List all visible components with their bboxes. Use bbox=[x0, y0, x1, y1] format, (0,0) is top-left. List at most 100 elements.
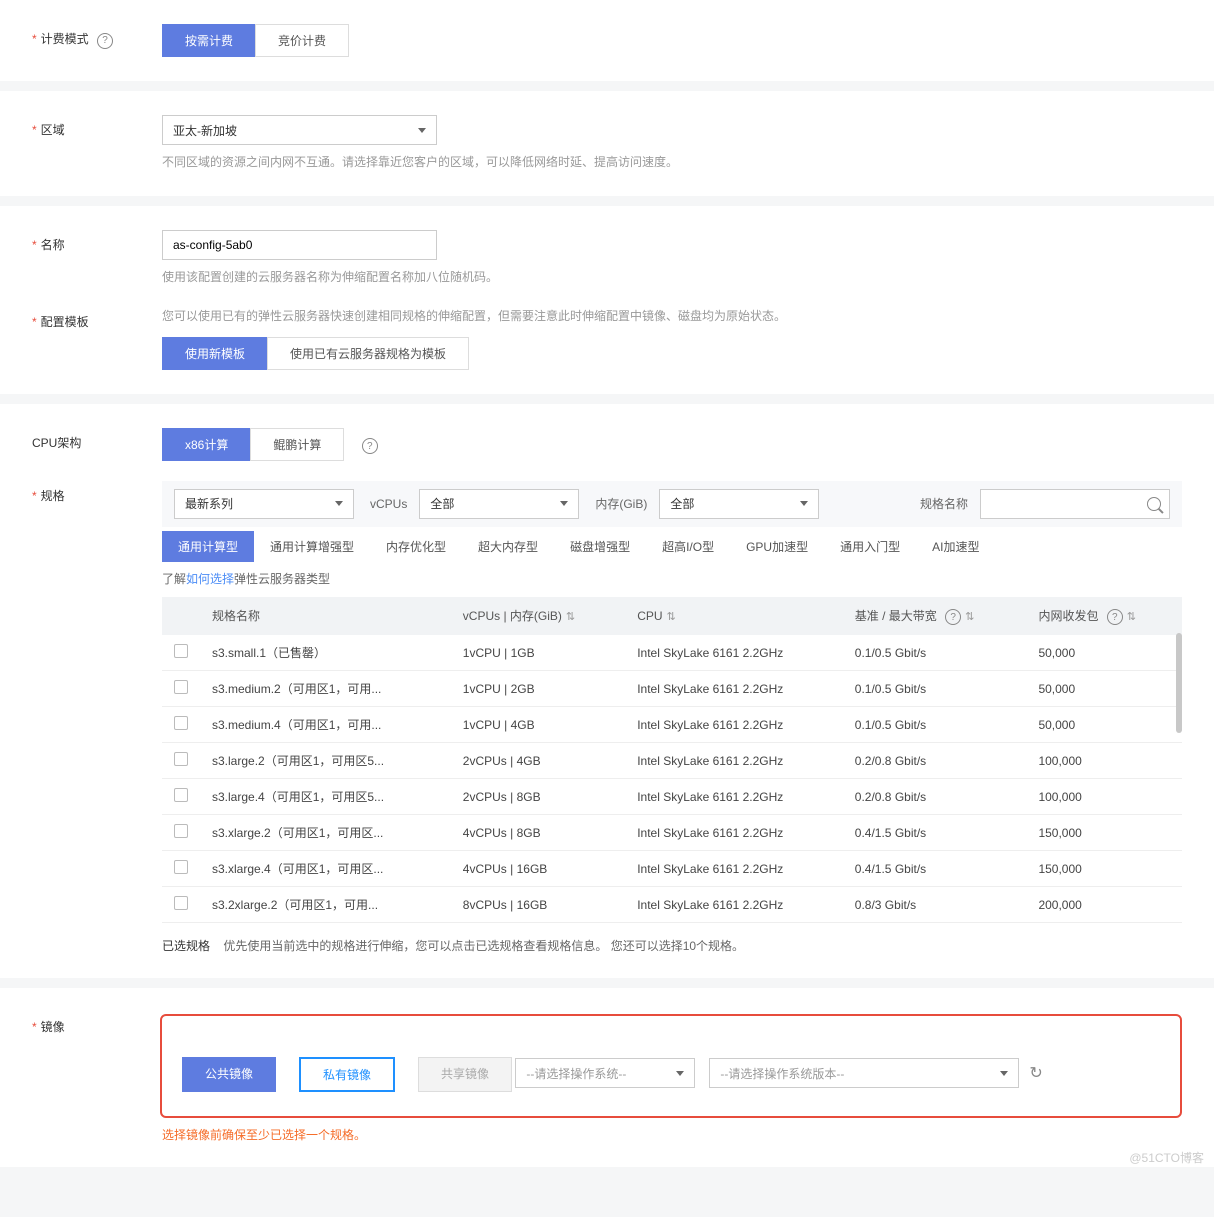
table-cell: s3.xlarge.4（可用区1，可用区... bbox=[200, 851, 451, 887]
billing-spot[interactable]: 竞价计费 bbox=[255, 24, 349, 57]
help-icon[interactable]: ? bbox=[1107, 609, 1123, 625]
os-select[interactable]: --请选择操作系统-- bbox=[515, 1058, 695, 1088]
name-hint: 使用该配置创建的云服务器名称为伸缩配置名称加八位随机码。 bbox=[162, 268, 1182, 287]
chevron-down-icon bbox=[1000, 1071, 1008, 1076]
table-cell: s3.medium.2（可用区1，可用... bbox=[200, 671, 451, 707]
table-cell: 2vCPUs | 8GB bbox=[451, 779, 625, 815]
row-checkbox[interactable] bbox=[174, 896, 188, 910]
help-icon[interactable]: ? bbox=[362, 438, 378, 454]
scrollbar-thumb[interactable] bbox=[1176, 633, 1182, 733]
spec-search-input[interactable] bbox=[980, 489, 1170, 519]
table-cell: Intel SkyLake 6161 2.2GHz bbox=[625, 635, 843, 671]
table-cell: s3.xlarge.2（可用区1，可用区... bbox=[200, 815, 451, 851]
spec-tab[interactable]: 内存优化型 bbox=[370, 531, 462, 562]
sort-icon: ⇅ bbox=[566, 610, 575, 623]
row-checkbox[interactable] bbox=[174, 644, 188, 658]
table-cell: s3.large.4（可用区1，可用区5... bbox=[200, 779, 451, 815]
table-cell: s3.small.1（已售罄） bbox=[200, 635, 451, 671]
region-select[interactable]: 亚太-新加坡 bbox=[162, 115, 437, 145]
help-icon[interactable]: ? bbox=[945, 609, 961, 625]
table-cell: 0.4/1.5 Gbit/s bbox=[843, 815, 1027, 851]
table-cell: Intel SkyLake 6161 2.2GHz bbox=[625, 887, 843, 923]
table-cell: 200,000 bbox=[1026, 887, 1182, 923]
vcpu-select[interactable]: 全部 bbox=[419, 489, 579, 519]
template-intro: 您可以使用已有的弹性云服务器快速创建相同规格的伸缩配置，但需要注意此时伸缩配置中… bbox=[162, 307, 1182, 326]
table-cell: s3.large.2（可用区1，可用区5... bbox=[200, 743, 451, 779]
table-row[interactable]: s3.xlarge.4（可用区1，可用区...4vCPUs | 16GBInte… bbox=[162, 851, 1182, 887]
row-checkbox[interactable] bbox=[174, 680, 188, 694]
table-cell: 0.2/0.8 Gbit/s bbox=[843, 743, 1027, 779]
table-header[interactable]: vCPUs | 内存(GiB) ⇅ bbox=[451, 597, 625, 636]
table-cell: s3.medium.4（可用区1，可用... bbox=[200, 707, 451, 743]
spec-tab[interactable]: 通用计算增强型 bbox=[254, 531, 370, 562]
table-row[interactable]: s3.large.4（可用区1，可用区5...2vCPUs | 8GBIntel… bbox=[162, 779, 1182, 815]
table-cell: Intel SkyLake 6161 2.2GHz bbox=[625, 779, 843, 815]
table-cell: 0.1/0.5 Gbit/s bbox=[843, 635, 1027, 671]
table-cell: 4vCPUs | 8GB bbox=[451, 815, 625, 851]
row-checkbox[interactable] bbox=[174, 752, 188, 766]
refresh-icon[interactable]: ↻ bbox=[1029, 1063, 1042, 1083]
table-cell: 8vCPUs | 16GB bbox=[451, 887, 625, 923]
learn-link[interactable]: 如何选择 bbox=[186, 572, 234, 586]
name-label: 名称 bbox=[41, 238, 65, 252]
cpu-x86[interactable]: x86计算 bbox=[162, 428, 251, 461]
search-icon bbox=[1147, 497, 1161, 511]
table-cell: 0.4/1.5 Gbit/s bbox=[843, 851, 1027, 887]
spec-tab[interactable]: 通用计算型 bbox=[162, 531, 254, 562]
table-row[interactable]: s3.2xlarge.2（可用区1，可用...8vCPUs | 16GBInte… bbox=[162, 887, 1182, 923]
spec-tab[interactable]: GPU加速型 bbox=[730, 531, 824, 562]
name-input[interactable] bbox=[162, 230, 437, 260]
table-cell: 0.8/3 Gbit/s bbox=[843, 887, 1027, 923]
os-version-select[interactable]: --请选择操作系统版本-- bbox=[709, 1058, 1019, 1088]
cpu-arch-label: CPU架构 bbox=[32, 436, 81, 450]
spec-tab[interactable]: 超大内存型 bbox=[462, 531, 554, 562]
chevron-down-icon bbox=[560, 501, 568, 506]
table-cell: 150,000 bbox=[1026, 851, 1182, 887]
row-checkbox[interactable] bbox=[174, 788, 188, 802]
sort-icon: ⇅ bbox=[667, 610, 676, 623]
spec-search-label: 规格名称 bbox=[920, 495, 968, 512]
table-header[interactable]: 规格名称 bbox=[200, 597, 451, 636]
image-tab-shared[interactable]: 共享镜像 bbox=[418, 1057, 512, 1092]
table-cell: Intel SkyLake 6161 2.2GHz bbox=[625, 707, 843, 743]
table-cell: 50,000 bbox=[1026, 707, 1182, 743]
spec-tab[interactable]: AI加速型 bbox=[916, 531, 995, 562]
mem-select[interactable]: 全部 bbox=[659, 489, 819, 519]
image-tab-public[interactable]: 公共镜像 bbox=[182, 1057, 276, 1092]
help-icon[interactable]: ? bbox=[97, 33, 113, 49]
table-header[interactable]: 内网收发包 ? ⇅ bbox=[1026, 597, 1182, 636]
table-header[interactable]: CPU ⇅ bbox=[625, 597, 843, 636]
template-new[interactable]: 使用新模板 bbox=[162, 337, 268, 370]
table-cell: 1vCPU | 4GB bbox=[451, 707, 625, 743]
table-cell: Intel SkyLake 6161 2.2GHz bbox=[625, 671, 843, 707]
chevron-down-icon bbox=[800, 501, 808, 506]
spec-tab[interactable]: 通用入门型 bbox=[824, 531, 916, 562]
learn-prefix: 了解 bbox=[162, 572, 186, 586]
os-version-placeholder: --请选择操作系统版本-- bbox=[720, 1065, 844, 1082]
series-select[interactable]: 最新系列 bbox=[174, 489, 354, 519]
table-row[interactable]: s3.small.1（已售罄）1vCPU | 1GBIntel SkyLake … bbox=[162, 635, 1182, 671]
row-checkbox[interactable] bbox=[174, 824, 188, 838]
spec-tab[interactable]: 超高I/O型 bbox=[646, 531, 730, 562]
table-cell: Intel SkyLake 6161 2.2GHz bbox=[625, 851, 843, 887]
template-label: 配置模板 bbox=[41, 315, 89, 329]
cpu-kunpeng[interactable]: 鲲鹏计算 bbox=[250, 428, 344, 461]
template-existing[interactable]: 使用已有云服务器规格为模板 bbox=[267, 337, 469, 370]
table-row[interactable]: s3.medium.2（可用区1，可用...1vCPU | 2GBIntel S… bbox=[162, 671, 1182, 707]
selected-spec-hint: 优先使用当前选中的规格进行伸缩，您可以点击已选规格查看规格信息。 您还可以选择1… bbox=[223, 939, 744, 953]
image-tab-private[interactable]: 私有镜像 bbox=[299, 1057, 395, 1092]
row-checkbox[interactable] bbox=[174, 860, 188, 874]
billing-on-demand[interactable]: 按需计费 bbox=[162, 24, 256, 57]
table-cell: 150,000 bbox=[1026, 815, 1182, 851]
table-row[interactable]: s3.medium.4（可用区1，可用...1vCPU | 4GBIntel S… bbox=[162, 707, 1182, 743]
watermark: @51CTO博客 bbox=[1129, 1149, 1204, 1166]
table-row[interactable]: s3.xlarge.2（可用区1，可用区...4vCPUs | 8GBIntel… bbox=[162, 815, 1182, 851]
spec-table: 规格名称vCPUs | 内存(GiB) ⇅CPU ⇅基准 / 最大带宽 ? ⇅内… bbox=[162, 597, 1182, 924]
table-header[interactable]: 基准 / 最大带宽 ? ⇅ bbox=[843, 597, 1027, 636]
table-row[interactable]: s3.large.2（可用区1，可用区5...2vCPUs | 4GBIntel… bbox=[162, 743, 1182, 779]
learn-suffix: 弹性云服务器类型 bbox=[234, 572, 330, 586]
chevron-down-icon bbox=[418, 128, 426, 133]
mem-label: 内存(GiB) bbox=[595, 495, 647, 512]
row-checkbox[interactable] bbox=[174, 716, 188, 730]
spec-tab[interactable]: 磁盘增强型 bbox=[554, 531, 646, 562]
